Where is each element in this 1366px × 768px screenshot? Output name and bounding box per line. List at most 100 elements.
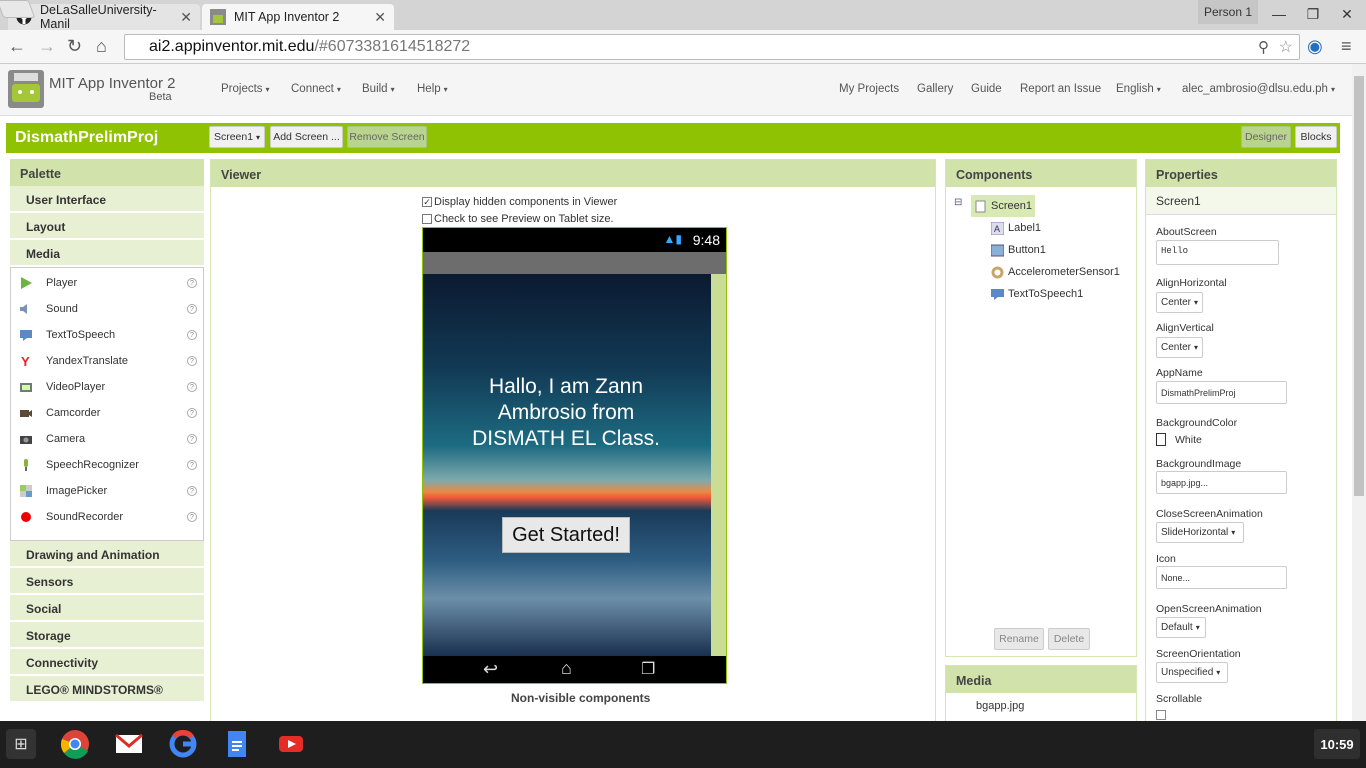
- language-menu[interactable]: English ▾: [1116, 83, 1161, 95]
- palette-item-camcorder[interactable]: Camcorder?: [11, 400, 203, 426]
- icon-picker[interactable]: None...: [1156, 566, 1287, 589]
- brand-title[interactable]: MIT App Inventor 2: [49, 75, 175, 92]
- help-icon: ?: [187, 512, 197, 522]
- microphone-icon: [24, 459, 28, 471]
- rename-button[interactable]: Rename: [994, 628, 1044, 650]
- open-animation-select[interactable]: Default: [1156, 617, 1206, 638]
- delete-button[interactable]: Delete: [1048, 628, 1090, 650]
- appinventor-logo-icon[interactable]: [8, 70, 44, 108]
- chrome-icon[interactable]: [60, 729, 90, 759]
- component-label1[interactable]: A Label1: [954, 217, 1136, 239]
- component-accelerometer[interactable]: AccelerometerSensor1: [954, 261, 1136, 283]
- accelerometer-icon: [991, 266, 1004, 278]
- palette-item-videoplayer[interactable]: VideoPlayer?: [11, 374, 203, 400]
- background-image-picker[interactable]: bgapp.jpg...: [1156, 471, 1287, 494]
- apps-launcher-icon[interactable]: ⊞: [6, 729, 36, 759]
- link-gallery[interactable]: Gallery: [917, 83, 953, 95]
- gmail-icon[interactable]: [114, 729, 144, 759]
- app-name-input[interactable]: DismathPrelimProj: [1156, 381, 1287, 404]
- menu-projects[interactable]: Projects ▾: [221, 83, 270, 95]
- home-icon[interactable]: ⌂: [96, 36, 107, 57]
- close-animation-select[interactable]: SlideHorizontal: [1156, 522, 1244, 543]
- tablet-preview-checkbox[interactable]: Check to see Preview on Tablet size.: [422, 213, 614, 225]
- app-inventor-page: MIT App Inventor 2 Beta Projects ▾ Connec…: [0, 64, 1352, 721]
- palette-item-player[interactable]: Player?: [11, 270, 203, 296]
- address-bar[interactable]: ai2.appinventor.mit.edu/#607338161451827…: [124, 34, 1300, 60]
- palette-category-layout[interactable]: Layout: [10, 213, 204, 240]
- menu-help[interactable]: Help ▾: [417, 83, 448, 95]
- close-window-icon[interactable]: ✕: [1330, 0, 1364, 28]
- align-vertical-select[interactable]: Center: [1156, 337, 1203, 358]
- component-button1[interactable]: Button1: [954, 239, 1136, 261]
- palette-item-imagepicker[interactable]: ImagePicker?: [11, 478, 203, 504]
- palette-item-speechrecognizer[interactable]: SpeechRecognizer?: [11, 452, 203, 478]
- designer-button[interactable]: Designer: [1241, 126, 1291, 148]
- google-icon[interactable]: [168, 729, 198, 759]
- back-icon[interactable]: ←: [8, 36, 26, 57]
- button1-get-started[interactable]: Get Started!: [502, 517, 630, 553]
- palette-category-connectivity[interactable]: Connectivity: [10, 649, 204, 676]
- palette-category-drawing[interactable]: Drawing and Animation: [10, 541, 204, 568]
- component-texttospeech[interactable]: TextToSpeech1: [954, 283, 1136, 305]
- blocks-button[interactable]: Blocks: [1295, 126, 1337, 148]
- profile-button[interactable]: Person 1: [1198, 0, 1258, 24]
- media-file-item[interactable]: bgapp.jpg: [946, 693, 1136, 712]
- add-screen-button[interactable]: Add Screen ...: [270, 126, 343, 148]
- restore-icon[interactable]: ❐: [1296, 0, 1330, 28]
- minimize-icon[interactable]: —: [1262, 0, 1296, 28]
- new-tab-button[interactable]: [0, 0, 36, 18]
- docs-icon[interactable]: [222, 729, 252, 759]
- remove-screen-button[interactable]: Remove Screen: [347, 126, 427, 148]
- account-menu[interactable]: alec_ambrosio@dlsu.edu.ph ▾: [1182, 83, 1335, 95]
- palette-item-texttospeech[interactable]: TextToSpeech?: [11, 322, 203, 348]
- palette-category-lego[interactable]: LEGO® MINDSTORMS®: [10, 676, 204, 703]
- display-hidden-checkbox[interactable]: ✓ Display hidden components in Viewer: [422, 196, 617, 208]
- close-tab-icon[interactable]: ✕: [180, 9, 192, 26]
- close-tab-icon[interactable]: ✕: [374, 9, 386, 26]
- palette-category-sensors[interactable]: Sensors: [10, 568, 204, 595]
- extension-icon[interactable]: ◉: [1307, 36, 1323, 57]
- palette-category-social[interactable]: Social: [10, 595, 204, 622]
- browser-tab-dlsu[interactable]: DeLaSalleUniversity-Manil ✕: [8, 3, 200, 31]
- zoom-icon[interactable]: ⚲: [1258, 38, 1269, 56]
- page-scrollbar[interactable]: [1352, 64, 1366, 721]
- reload-icon[interactable]: ↻: [67, 36, 82, 57]
- menu-icon[interactable]: ≡: [1341, 36, 1352, 57]
- speech-bubble-icon: [991, 288, 1004, 300]
- beta-label: Beta: [149, 91, 172, 103]
- phone-nav-bar: ↩ ⌂ ❐: [423, 656, 726, 683]
- palette-category-storage[interactable]: Storage: [10, 622, 204, 649]
- video-icon: [20, 383, 32, 392]
- link-guide[interactable]: Guide: [971, 83, 1002, 95]
- link-my-projects[interactable]: My Projects: [839, 83, 899, 95]
- palette-item-yandextranslate[interactable]: Y YandexTranslate?: [11, 348, 203, 374]
- system-clock[interactable]: 10:59: [1314, 729, 1360, 759]
- browser-tab-appinventor[interactable]: MIT App Inventor 2 ✕: [202, 4, 394, 30]
- project-name: DismathPrelimProj: [15, 129, 159, 146]
- bookmark-star-icon[interactable]: ☆: [1279, 37, 1293, 57]
- menu-build[interactable]: Build ▾: [362, 83, 395, 95]
- palette-item-sound[interactable]: Sound?: [11, 296, 203, 322]
- color-swatch-icon[interactable]: [1156, 433, 1166, 446]
- label1-text[interactable]: Hallo, I am Zann Ambrosio from DISMATH E…: [461, 374, 671, 452]
- screen-select[interactable]: Screen1 ▾: [209, 126, 265, 148]
- palette-item-soundrecorder[interactable]: SoundRecorder?: [11, 504, 203, 530]
- label-icon: A: [991, 221, 1004, 235]
- scrollable-checkbox[interactable]: [1156, 710, 1166, 720]
- palette-item-camera[interactable]: Camera?: [11, 426, 203, 452]
- component-screen1[interactable]: Screen1: [971, 195, 1035, 217]
- bgcolor-value[interactable]: White: [1175, 434, 1202, 446]
- phone-scroll-strip: [711, 274, 726, 656]
- palette-category-media[interactable]: Media: [10, 240, 204, 267]
- collapse-icon[interactable]: ⊟: [954, 197, 962, 208]
- link-report-issue[interactable]: Report an Issue: [1020, 83, 1101, 95]
- about-screen-textarea[interactable]: Hello: [1156, 240, 1279, 265]
- forward-icon[interactable]: →: [38, 36, 56, 57]
- menu-connect[interactable]: Connect ▾: [291, 83, 341, 95]
- palette-category-user-interface[interactable]: User Interface: [10, 186, 204, 213]
- align-horizontal-select[interactable]: Center: [1156, 292, 1203, 313]
- screen-orientation-select[interactable]: Unspecified: [1156, 662, 1228, 683]
- youtube-icon[interactable]: [276, 729, 306, 759]
- scrollbar-thumb[interactable]: [1354, 76, 1364, 496]
- help-icon: ?: [187, 486, 197, 496]
